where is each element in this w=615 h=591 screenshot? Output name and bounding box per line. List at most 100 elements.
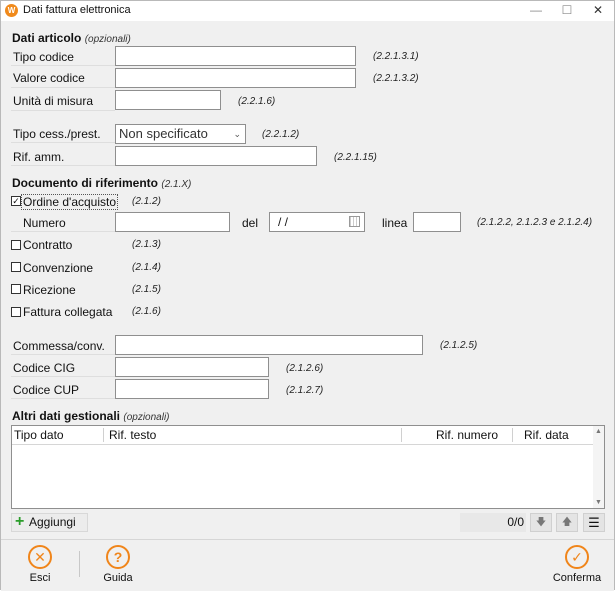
convenzione-checkbox[interactable]	[11, 262, 21, 272]
valore-codice-code: (2.2.1.3.2)	[373, 73, 419, 84]
arrow-up-icon: 🡅	[561, 517, 573, 528]
cup-field[interactable]	[115, 379, 269, 399]
row-divider	[11, 354, 115, 355]
calendar-icon[interactable]	[349, 216, 360, 227]
maximize-button[interactable]: ☐	[552, 1, 582, 21]
dialog-content: Dati articolo (opzionali) Tipo codice (2…	[1, 21, 614, 591]
commessa-label: Commessa/conv.	[13, 339, 105, 353]
gestionali-table[interactable]: Tipo dato Rif. testo Rif. numero Rif. da…	[11, 425, 605, 509]
row-counter: 0/0	[460, 513, 526, 532]
conferma-label: Conferma	[552, 572, 602, 584]
tipo-codice-field[interactable]	[115, 46, 356, 66]
del-date-field[interactable]: / /	[269, 212, 365, 232]
row-divider	[11, 231, 115, 232]
row-divider	[11, 165, 115, 166]
rif-amm-field[interactable]	[115, 146, 317, 166]
scroll-down-icon[interactable]: ▼	[593, 499, 604, 506]
convenzione-code: (2.1.4)	[132, 262, 161, 273]
numero-label: Numero	[23, 216, 66, 230]
chevron-down-icon: ⌄	[233, 129, 241, 139]
column-divider[interactable]	[401, 428, 402, 442]
fattura-collegata-checkbox[interactable]	[11, 307, 21, 317]
column-header-rif-testo[interactable]: Rif. testo	[109, 426, 156, 444]
convenzione-label[interactable]: Convenzione	[21, 261, 93, 275]
vertical-scrollbar[interactable]: ▲ ▼	[593, 426, 604, 508]
tipo-cess-select[interactable]: Non specificato ⌄	[115, 124, 246, 144]
linea-label: linea	[382, 216, 408, 230]
scroll-up-icon[interactable]: ▲	[593, 428, 604, 435]
check-circle-icon: ✓	[565, 545, 589, 569]
column-header-rif-data[interactable]: Rif. data	[524, 426, 569, 444]
numero-field[interactable]	[115, 212, 230, 232]
plus-icon: +	[15, 513, 25, 530]
cig-field[interactable]	[115, 357, 269, 377]
column-header-rif-numero[interactable]: Rif. numero	[436, 426, 498, 444]
date-value: / /	[278, 215, 289, 229]
cup-label: Codice CUP	[13, 383, 80, 397]
cig-label: Codice CIG	[13, 361, 76, 375]
ricezione-code: (2.1.5)	[132, 284, 161, 295]
ricezione-label[interactable]: Ricezione	[21, 283, 76, 297]
row-divider	[11, 110, 115, 111]
column-header-tipo-dato[interactable]: Tipo dato	[14, 426, 64, 444]
tipo-codice-code: (2.2.1.3.1)	[373, 51, 419, 62]
cup-code: (2.1.2.7)	[286, 385, 324, 396]
row-divider	[11, 398, 115, 399]
commessa-field[interactable]	[115, 335, 423, 355]
menu-button[interactable]: ☰	[583, 513, 605, 532]
window-title: Dati fattura elettronica	[23, 4, 131, 16]
footer-separator	[79, 551, 80, 577]
section-dati-articolo: Dati articolo (opzionali)	[12, 31, 131, 45]
dialog-window: W Dati fattura elettronica — ☐ ✕ Dati ar…	[0, 0, 615, 591]
ordine-acquisto-label[interactable]: Ordine d'acquisto	[21, 194, 119, 210]
rif-amm-code: (2.2.1.15)	[334, 152, 377, 163]
del-label: del	[242, 216, 259, 230]
minimize-button[interactable]: —	[521, 1, 551, 21]
header-divider	[12, 444, 594, 445]
cig-code: (2.1.2.6)	[286, 363, 324, 374]
help-circle-icon: ?	[106, 545, 130, 569]
section-title: Dati articolo	[12, 31, 82, 45]
aggiungi-label: Aggiungi	[29, 515, 76, 529]
ordine-acquisto-code: (2.1.2)	[132, 196, 161, 207]
tipo-cess-label: Tipo cess./prest.	[13, 127, 101, 141]
unita-misura-field[interactable]	[115, 90, 221, 110]
hamburger-menu-icon: ☰	[588, 515, 600, 530]
row-divider	[11, 376, 115, 377]
documento-code: (2.1.X)	[161, 179, 192, 190]
aggiungi-button[interactable]: + Aggiungi	[11, 513, 88, 532]
section-title: Altri dati gestionali	[12, 409, 121, 423]
optional-note: (opzionali)	[123, 412, 170, 423]
esci-button[interactable]: ✕ Esci	[19, 545, 61, 584]
app-logo-icon: W	[5, 4, 18, 17]
guida-button[interactable]: ? Guida	[97, 545, 139, 584]
commessa-code: (2.1.2.5)	[440, 340, 478, 351]
move-down-button[interactable]: 🡇	[530, 513, 552, 532]
esci-label: Esci	[29, 572, 51, 584]
fattura-collegata-code: (2.1.6)	[132, 306, 161, 317]
unita-misura-code: (2.2.1.6)	[238, 96, 276, 107]
move-up-button[interactable]: 🡅	[556, 513, 578, 532]
linea-code: (2.1.2.2, 2.1.2.3 e 2.1.2.4)	[477, 217, 593, 228]
row-divider	[11, 65, 115, 66]
section-documento-riferimento: Documento di riferimento (2.1.X)	[12, 176, 191, 190]
close-window-button[interactable]: ✕	[583, 1, 613, 21]
section-title: Documento di riferimento	[12, 176, 159, 190]
ordine-acquisto-checkbox[interactable]: ✓	[11, 196, 21, 206]
contratto-checkbox[interactable]	[11, 240, 21, 250]
close-circle-icon: ✕	[28, 545, 52, 569]
fattura-collegata-label[interactable]: Fattura collegata	[21, 305, 112, 319]
guida-label: Guida	[103, 572, 133, 584]
contratto-code: (2.1.3)	[132, 239, 161, 250]
row-divider	[11, 142, 115, 143]
conferma-button[interactable]: ✓ Conferma	[551, 545, 603, 584]
column-divider[interactable]	[512, 428, 513, 442]
optional-note: (opzionali)	[84, 34, 131, 45]
valore-codice-label: Valore codice	[13, 71, 85, 85]
contratto-label[interactable]: Contratto	[21, 238, 72, 252]
linea-field[interactable]	[413, 212, 461, 232]
valore-codice-field[interactable]	[115, 68, 356, 88]
arrow-down-icon: 🡇	[535, 517, 547, 528]
column-divider[interactable]	[103, 428, 104, 442]
ricezione-checkbox[interactable]	[11, 284, 21, 294]
